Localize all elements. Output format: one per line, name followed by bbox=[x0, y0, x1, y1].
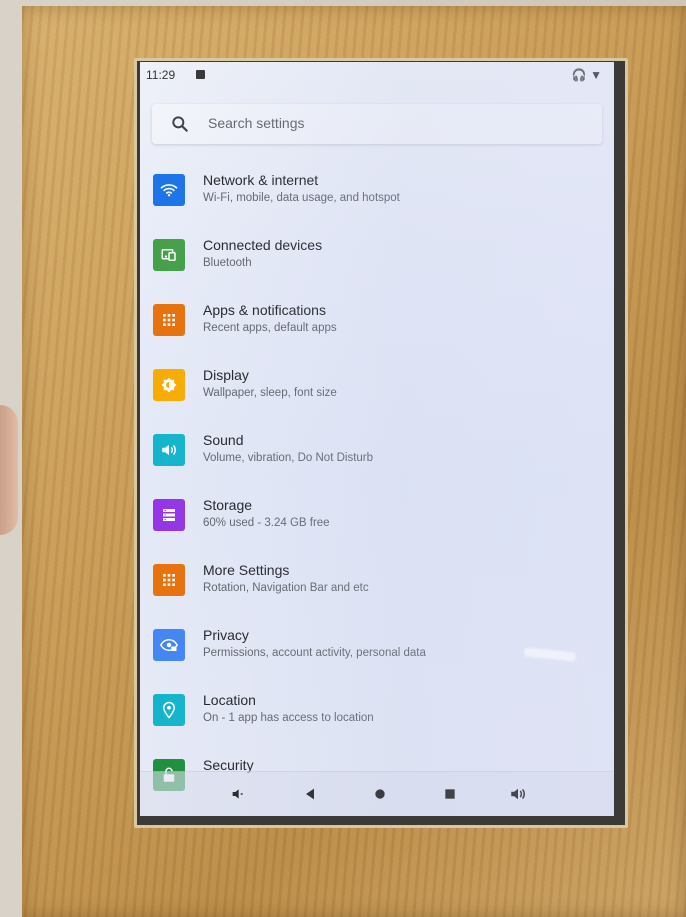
status-bar: 11:29 🎧 ▼ bbox=[140, 62, 614, 88]
settings-item-title: Privacy bbox=[203, 627, 249, 643]
settings-item-title: Sound bbox=[203, 432, 244, 448]
home-icon[interactable] bbox=[370, 784, 390, 804]
volume-icon bbox=[153, 434, 185, 466]
brightness-icon bbox=[153, 369, 185, 401]
settings-item-sound[interactable]: Sound Volume, vibration, Do Not Disturb bbox=[140, 422, 614, 482]
settings-item-subtitle: Wi-Fi, mobile, data usage, and hotspot bbox=[203, 192, 400, 204]
settings-item-connected-devices[interactable]: Connected devices Bluetooth bbox=[140, 227, 614, 287]
settings-item-subtitle: Rotation, Navigation Bar and etc bbox=[203, 582, 369, 594]
navigation-bar bbox=[140, 771, 614, 816]
settings-item-display[interactable]: Display Wallpaper, sleep, font size bbox=[140, 357, 614, 417]
android-settings-screen: 11:29 🎧 ▼ Search settings Network & inte… bbox=[140, 62, 614, 816]
settings-item-title: Apps & notifications bbox=[203, 302, 326, 318]
settings-item-title: Display bbox=[203, 367, 249, 383]
settings-item-subtitle: On - 1 app has access to location bbox=[203, 712, 374, 724]
apps-grid-icon bbox=[153, 564, 185, 596]
settings-item-apps-notifications[interactable]: Apps & notifications Recent apps, default… bbox=[140, 292, 614, 352]
location-icon bbox=[153, 694, 185, 726]
settings-item-subtitle: 60% used - 3.24 GB free bbox=[203, 517, 330, 529]
settings-item-storage[interactable]: Storage 60% used - 3.24 GB free bbox=[140, 487, 614, 547]
volume-up-icon[interactable] bbox=[508, 784, 528, 804]
settings-item-title: Storage bbox=[203, 497, 253, 513]
search-bar[interactable]: Search settings bbox=[152, 104, 602, 144]
settings-item-subtitle: Permissions, account activity, personal … bbox=[203, 647, 426, 659]
settings-item-subtitle: Bluetooth bbox=[203, 257, 252, 269]
settings-item-subtitle: Recent apps, default apps bbox=[203, 322, 337, 334]
notification-icon bbox=[196, 70, 205, 79]
settings-item-title: More Settings bbox=[203, 562, 290, 578]
search-placeholder: Search settings bbox=[208, 115, 305, 131]
storage-icon bbox=[153, 499, 185, 531]
recents-icon[interactable] bbox=[440, 784, 460, 804]
finger bbox=[0, 405, 18, 535]
settings-item-title: Network & internet bbox=[203, 172, 319, 188]
settings-item-more-settings[interactable]: More Settings Rotation, Navigation Bar an… bbox=[140, 552, 614, 612]
search-icon bbox=[172, 116, 188, 132]
wifi-icon bbox=[153, 174, 185, 206]
apps-grid-icon bbox=[153, 304, 185, 336]
status-time: 11:29 bbox=[146, 68, 176, 82]
settings-item-subtitle: Wallpaper, sleep, font size bbox=[203, 387, 337, 399]
settings-item-subtitle: Volume, vibration, Do Not Disturb bbox=[203, 452, 374, 464]
settings-item-privacy[interactable]: Privacy Permissions, account activity, pe… bbox=[140, 617, 614, 677]
devices-icon bbox=[153, 239, 185, 271]
settings-item-location[interactable]: Location On - 1 app has access to locatio… bbox=[140, 682, 614, 742]
back-icon[interactable] bbox=[300, 784, 320, 804]
settings-item-network-internet[interactable]: Network & internet Wi-Fi, mobile, data us… bbox=[140, 162, 614, 222]
status-icons: 🎧 ▼ bbox=[571, 68, 602, 82]
privacy-icon bbox=[153, 629, 185, 661]
settings-item-title: Location bbox=[203, 692, 256, 708]
volume-down-icon[interactable] bbox=[228, 784, 248, 804]
settings-item-title: Connected devices bbox=[203, 237, 323, 253]
